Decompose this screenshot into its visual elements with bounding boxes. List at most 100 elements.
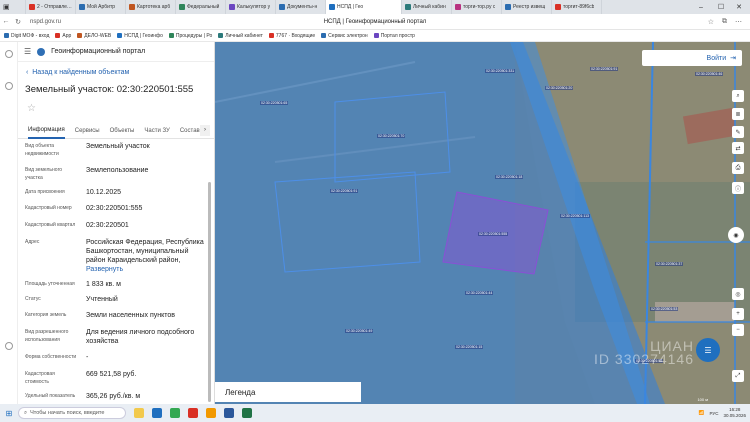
login-button[interactable]: Войти ⇥ (642, 50, 742, 66)
panel-tab[interactable]: Объекты (110, 123, 135, 139)
mail-icon[interactable] (188, 408, 198, 418)
browser-tab[interactable]: Картотека арб (126, 0, 176, 14)
parcel-label[interactable]: 02:30:220501:15 (455, 345, 484, 349)
layers-icon[interactable] (5, 82, 13, 90)
parcel-label[interactable]: 02:30:220501:49 (345, 329, 374, 333)
bookmark-favicon-icon (4, 33, 9, 38)
property-value: 02:30:220501:555 (86, 204, 208, 213)
favorite-star-icon[interactable]: ☆ (27, 103, 36, 114)
bookmark-item[interactable]: Процедуры | Ро (168, 33, 212, 39)
parcel-label[interactable]: 02:30:220501:91 (590, 67, 619, 71)
layers-map-icon[interactable]: ≣ (732, 108, 744, 120)
parcel-label[interactable]: 02:30:220501:46 (695, 72, 724, 76)
nspd-logo-icon[interactable]: ◉ (728, 227, 744, 243)
parcel-label[interactable]: 02:30:220501:555 (478, 232, 509, 236)
measure-icon[interactable]: ✎ (732, 126, 744, 138)
expand-address-link[interactable]: Развернуть (86, 266, 123, 273)
menu-dots-icon[interactable]: ⋯ (735, 18, 742, 26)
bookmark-item[interactable]: Сервис электрон (321, 33, 368, 39)
location-icon[interactable]: ◎ (732, 288, 744, 300)
tab-actions[interactable]: ▣ (0, 0, 26, 14)
panel-tab[interactable]: Информация (28, 123, 65, 139)
browser-tab[interactable]: Калькулятор у (226, 0, 276, 14)
back-to-results-link[interactable]: ‹ Назад к найденным объектам (26, 69, 129, 76)
parcel-label[interactable]: 02:30:220501:113 (560, 214, 590, 218)
close-icon[interactable]: ✕ (730, 0, 748, 14)
property-value: Учтенный (86, 295, 208, 304)
settings-icon[interactable] (5, 342, 13, 350)
bookmark-item[interactable]: App (55, 33, 71, 39)
tabs-scroll-right-icon[interactable]: › (200, 125, 210, 136)
print-icon[interactable]: ⎙ (732, 162, 744, 174)
property-value-text: Учтенный (86, 296, 118, 303)
property-value-text: 02:30:220501:555 (86, 205, 143, 212)
parcel-label[interactable]: 02:30:220501:331 (485, 69, 516, 73)
property-label: Адрес (25, 239, 40, 245)
chrome-icon[interactable] (170, 408, 180, 418)
panel-tab[interactable]: Состав (180, 123, 200, 139)
browser-tab[interactable]: Документы-н (276, 0, 326, 14)
file-explorer-icon[interactable] (134, 408, 144, 418)
bookmark-item[interactable]: Digit МОФ - вход (4, 33, 49, 39)
url-field[interactable]: nspd.gov.ru (30, 19, 61, 25)
parcel-label[interactable]: 02:30:220501:65 (260, 101, 289, 105)
windows-start-icon[interactable]: ⊞ (0, 409, 18, 418)
taskbar-search[interactable]: ⌕ Чтобы начать поиск, введите (18, 407, 126, 419)
parcel-label[interactable]: 02:30:220501:37 (655, 262, 684, 266)
bookmark-star-icon[interactable]: ☆ (708, 18, 714, 26)
home-icon[interactable] (5, 50, 13, 58)
browser-tab[interactable]: торгит-89f6cb (552, 0, 602, 14)
excel-icon[interactable] (242, 408, 252, 418)
clock[interactable]: 16:28 30.05.2026 (723, 407, 746, 419)
browser-tab[interactable]: торги-тор.ру с (452, 0, 502, 14)
info-icon[interactable]: ⓘ (732, 182, 744, 194)
extensions-icon[interactable]: ⧉ (722, 18, 727, 26)
browser-tab[interactable]: Мой Арбитр (76, 0, 126, 14)
browser-tab[interactable]: Личный кабин (402, 0, 452, 14)
zoom-in-icon[interactable]: + (732, 308, 744, 320)
property-value: Земельный участок (86, 142, 208, 151)
share-icon[interactable]: ⇄ (732, 142, 744, 154)
lang-indicator[interactable]: РУС (709, 411, 718, 416)
bookmark-item[interactable]: ДЕЛО-WEB (77, 33, 111, 39)
bookmark-item[interactable]: Личный кабинет (218, 33, 263, 39)
fullscreen-icon[interactable]: ⤢ (732, 370, 744, 382)
browser-tab[interactable]: 2 - Отправленн (26, 0, 76, 14)
minimize-icon[interactable]: – (692, 0, 710, 14)
chat-button[interactable]: ☰ (696, 338, 720, 362)
property-value-text: - (86, 354, 89, 361)
panel-header: ☰ Геоинформационный портал (18, 42, 214, 62)
parcel-label[interactable]: 02:30:220501:53 (650, 307, 679, 311)
browser-tab-bar: ▣ 2 - Отправленн Мой Арбитр Картотека арб Ф… (0, 0, 750, 14)
search-map-icon[interactable]: ⌕ (732, 90, 744, 102)
refresh-icon[interactable]: ↻ (12, 18, 24, 26)
panel-scrollbar[interactable] (208, 182, 211, 402)
zoom-out-icon[interactable]: − (732, 324, 744, 336)
parcel-label[interactable]: 02:30:220501:44 (465, 291, 494, 295)
parcel-label[interactable]: 02:30:220501:70 (377, 134, 406, 138)
hamburger-menu-icon[interactable]: ☰ (24, 47, 31, 56)
parcel-label[interactable]: 02:30:220501:18 (495, 175, 524, 179)
back-arrow-icon[interactable]: ← (0, 18, 12, 25)
bookmark-item[interactable]: НСПД | Геоинфо (117, 33, 163, 39)
parcel-label[interactable]: 02:30:220501:91 (330, 189, 359, 193)
bookmark-label: 7767 · Входящие (275, 32, 316, 39)
map-view[interactable]: 02:30:220501:331 02:30:220501:91 02:30:2… (215, 42, 750, 404)
bookmark-favicon-icon (321, 33, 327, 38)
network-icon[interactable]: 📶 (699, 410, 705, 416)
yandex-browser-icon[interactable] (206, 408, 216, 418)
legend-button[interactable]: Легенда (215, 382, 361, 402)
maximize-icon[interactable]: ☐ (712, 0, 730, 14)
browser-tab[interactable]: Реестр извещ (502, 0, 552, 14)
browser-tab[interactable]: Федеральный (176, 0, 226, 14)
property-value: - (86, 353, 208, 362)
panel-tab[interactable]: Сервисы (75, 123, 100, 139)
browser-tab[interactable]: НСПД | Гео (326, 0, 402, 14)
bookmark-item[interactable]: Портал простр (373, 33, 415, 39)
panel-tab[interactable]: Части ЗУ (144, 123, 169, 139)
bookmark-item[interactable]: 7767 · Входящие (268, 32, 316, 39)
word-icon[interactable] (224, 408, 234, 418)
edge-browser-icon[interactable] (152, 408, 162, 418)
tab-title: Документы-н (287, 4, 318, 10)
parcel-label[interactable]: 02:30:220501:20 (545, 86, 574, 90)
